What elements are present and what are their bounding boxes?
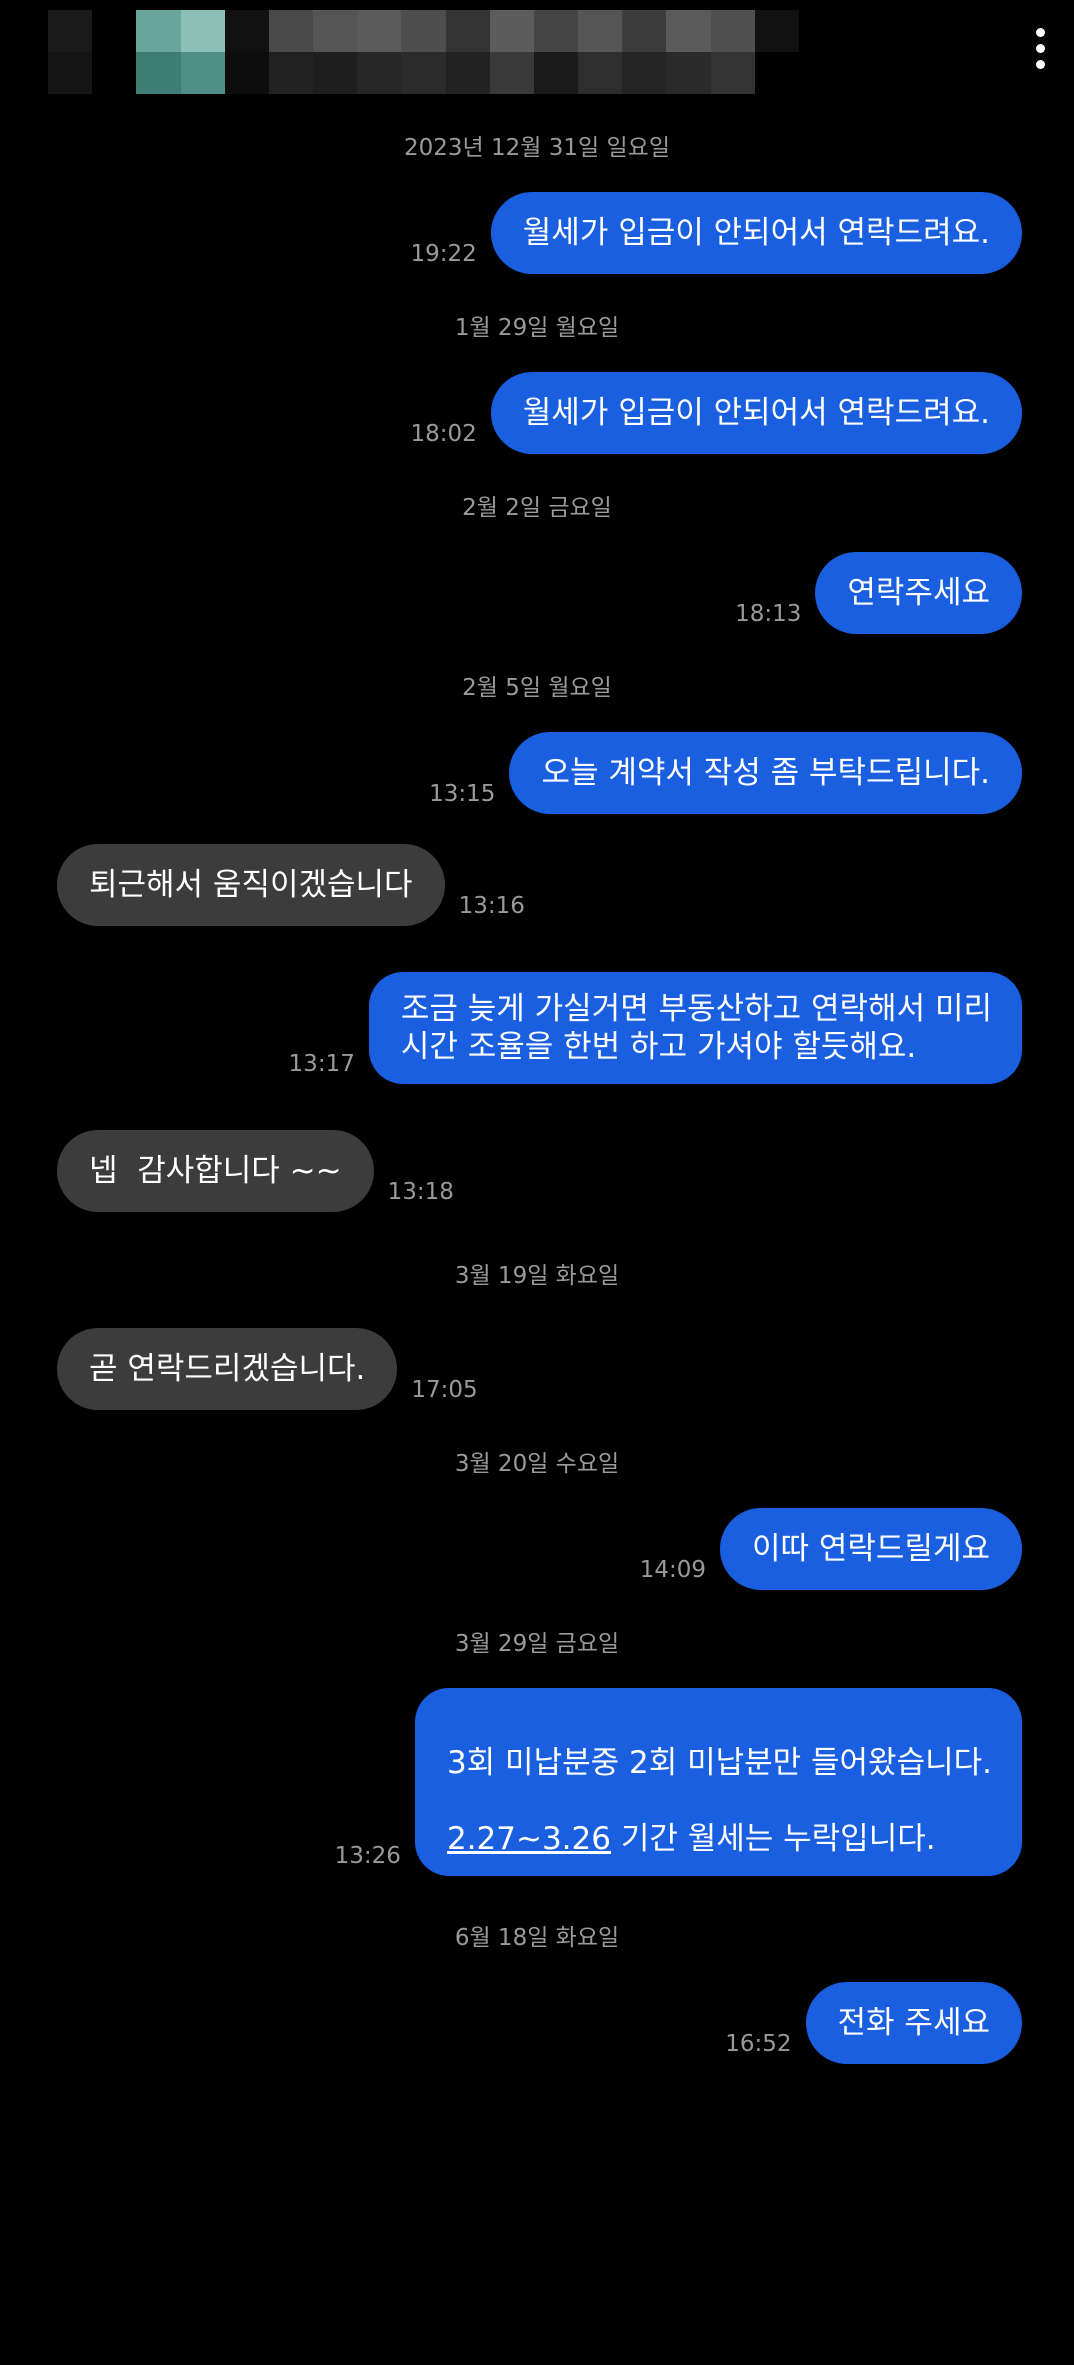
pixelated-contact-name (48, 10, 843, 94)
message-time: 13:16 (458, 893, 525, 919)
message-time: 19:22 (410, 241, 477, 267)
message-row-outgoing: 13:17 조금 늦게 가실거면 부동산하고 연락해서 미리 시간 조율을 한번… (0, 972, 1074, 1084)
date-separator: 2023년 12월 31일 일요일 (404, 135, 670, 161)
date-separator: 6월 18일 화요일 (454, 1925, 620, 1951)
message-time: 13:26 (334, 1843, 401, 1869)
message-time: 13:18 (387, 1179, 454, 1205)
message-row-incoming: 곧 연락드리겠습니다. 17:05 (0, 1328, 1074, 1410)
message-text-line1: 3회 미납분중 2회 미납분만 들어왔습니다. (446, 1745, 992, 1781)
message-time: 14:09 (639, 1557, 706, 1583)
message-time: 13:17 (288, 1051, 355, 1077)
message-row-outgoing: 19:22 월세가 입금이 안되어서 연락드려요. (0, 192, 1074, 274)
message-text-line2: 기간 월세는 누락입니다. (610, 1821, 936, 1857)
date-separator: 1월 29일 월요일 (454, 315, 620, 341)
outgoing-message-bubble[interactable]: 조금 늦게 가실거면 부동산하고 연락해서 미리 시간 조율을 한번 하고 가셔… (368, 972, 1022, 1084)
outgoing-message-bubble[interactable]: 월세가 입금이 안되어서 연락드려요. (490, 192, 1022, 274)
date-separator: 3월 20일 수요일 (454, 1451, 620, 1477)
incoming-message-bubble[interactable]: 넵 감사합니다 ~~ (57, 1130, 374, 1212)
message-time: 13:15 (429, 781, 496, 807)
outgoing-message-bubble[interactable]: 이따 연락드릴게요 (719, 1508, 1022, 1590)
message-feed: 2023년 12월 31일 일요일 19:22 월세가 입금이 안되어서 연락드… (0, 110, 1074, 2064)
outgoing-message-bubble[interactable]: 월세가 입금이 안되어서 연락드려요. (490, 372, 1022, 454)
date-separator: 3월 29일 금요일 (454, 1631, 620, 1657)
outgoing-message-bubble[interactable]: 3회 미납분중 2회 미납분만 들어왔습니다. 2.27~3.26 기간 월세는… (414, 1688, 1022, 1876)
message-row-outgoing: 14:09 이따 연락드릴게요 (0, 1508, 1074, 1590)
incoming-message-bubble[interactable]: 퇴근해서 움직이겠습니다 (57, 844, 445, 926)
date-separator: 2월 5일 월요일 (462, 675, 612, 701)
message-row-outgoing: 13:15 오늘 계약서 작성 좀 부탁드립니다. (0, 732, 1074, 814)
outgoing-message-bubble[interactable]: 오늘 계약서 작성 좀 부탁드립니다. (509, 732, 1022, 814)
message-time: 18:02 (410, 421, 477, 447)
outgoing-message-bubble[interactable]: 연락주세요 (815, 552, 1022, 634)
outgoing-message-bubble[interactable]: 전화 주세요 (805, 1982, 1022, 2064)
message-row-incoming: 퇴근해서 움직이겠습니다 13:16 (0, 844, 1074, 926)
message-time: 17:05 (411, 1377, 478, 1403)
message-row-outgoing: 18:13 연락주세요 (0, 552, 1074, 634)
more-vertical-icon[interactable] (1020, 18, 1060, 78)
message-row-outgoing: 18:02 월세가 입금이 안되어서 연락드려요. (0, 372, 1074, 454)
message-row-outgoing: 13:26 3회 미납분중 2회 미납분만 들어왔습니다. 2.27~3.26 … (0, 1688, 1074, 1876)
date-separator: 2월 2일 금요일 (462, 495, 612, 521)
message-time: 18:13 (735, 601, 802, 627)
incoming-message-bubble[interactable]: 곧 연락드리겠습니다. (57, 1328, 398, 1410)
top-bar (0, 0, 1074, 110)
message-time: 16:52 (725, 2031, 792, 2057)
date-range-link[interactable]: 2.27~3.26 (447, 1821, 611, 1857)
date-separator: 3월 19일 화요일 (454, 1263, 620, 1289)
message-row-outgoing: 16:52 전화 주세요 (0, 1982, 1074, 2064)
message-row-incoming: 넵 감사합니다 ~~ 13:18 (0, 1130, 1074, 1212)
